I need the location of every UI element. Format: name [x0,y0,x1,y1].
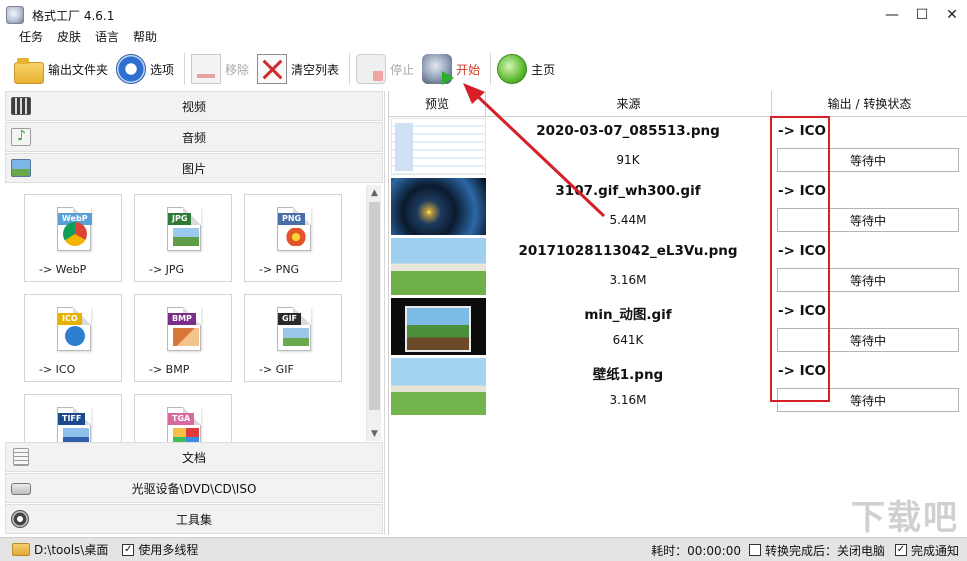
notify-checkbox[interactable]: ✓ [894,544,907,556]
elapsed-time: 耗时：00:00:00 [651,543,741,558]
notify-label: 完成通知 [910,543,959,558]
shutdown-after-label: 转换完成后：关闭电脑 [764,543,885,558]
annotation-arrow [463,83,606,218]
watermark: 下载吧 [851,498,959,538]
output-path[interactable]: D:\tools\桌面 [34,541,108,558]
shutdown-after-checkbox[interactable] [748,544,761,556]
multithread-checkbox[interactable]: ✓ [122,543,135,556]
multithread-label: 使用多线程 [138,543,199,557]
status-bar: D:\tools\桌面 ✓ 使用多线程 耗时：00:00:00 转换完成后：关闭… [0,537,967,561]
status-bar-right: 耗时：00:00:00 转换完成后：关闭电脑 ✓ 完成通知 [651,538,959,561]
folder-icon [12,543,30,556]
